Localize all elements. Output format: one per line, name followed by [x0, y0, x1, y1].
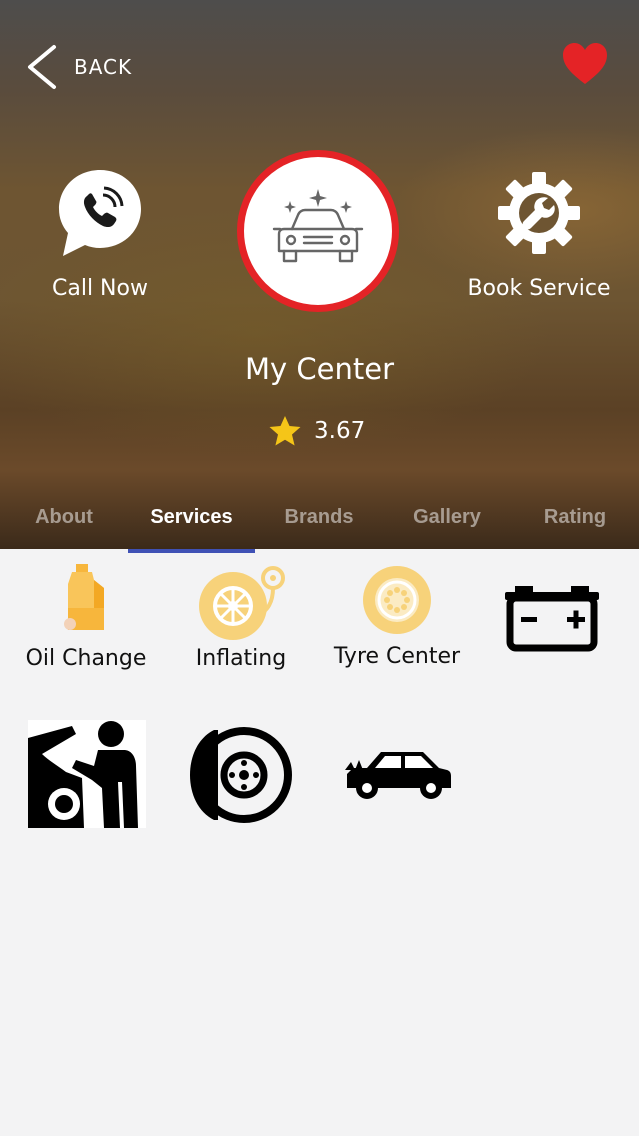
back-label: BACK	[74, 55, 133, 79]
service-brakes[interactable]	[188, 726, 294, 824]
center-logo	[237, 150, 399, 312]
book-service-button[interactable]: Book Service	[466, 170, 612, 301]
gear-wrench-icon	[498, 172, 580, 254]
rating-value: 3.67	[314, 418, 366, 444]
brake-disc-icon	[190, 727, 292, 823]
car-sparkle-icon	[272, 189, 364, 263]
service-label: Tyre Center	[333, 644, 461, 669]
tab-about[interactable]: About	[0, 496, 128, 544]
battery-icon	[505, 586, 599, 652]
tab-rating[interactable]: Rating	[511, 496, 639, 544]
oil-bottle-icon	[64, 564, 104, 630]
book-service-label: Book Service	[467, 276, 611, 301]
service-oil-change[interactable]: Oil Change	[20, 562, 152, 671]
chevron-left-icon	[28, 45, 56, 89]
service-inflating[interactable]: Inflating	[190, 564, 292, 671]
mechanic-icon	[28, 720, 146, 828]
rating: 3.67	[268, 414, 365, 448]
car-engine-icon	[345, 752, 451, 799]
service-battery[interactable]	[502, 584, 602, 654]
phone-chat-icon	[59, 170, 141, 256]
tyre-inflator-icon	[199, 566, 285, 640]
tab-indicator	[128, 549, 255, 553]
service-mechanic[interactable]	[28, 720, 146, 828]
service-label: Inflating	[195, 646, 287, 671]
favorite-button[interactable]	[562, 42, 608, 86]
service-tyre-center[interactable]: Tyre Center	[330, 564, 464, 669]
star-icon	[269, 416, 301, 446]
service-car-repair[interactable]	[342, 748, 454, 802]
call-now-button[interactable]: Call Now	[30, 168, 170, 301]
center-name: My Center	[244, 352, 394, 386]
heart-icon	[563, 43, 607, 84]
tab-bar: About Services Brands Gallery Rating	[0, 496, 639, 549]
call-now-label: Call Now	[52, 276, 148, 301]
tab-brands[interactable]: Brands	[255, 496, 383, 544]
tab-gallery[interactable]: Gallery	[383, 496, 511, 544]
service-label: Oil Change	[25, 646, 147, 671]
back-button[interactable]: BACK	[24, 44, 154, 90]
tyre-icon	[363, 566, 431, 634]
tab-services[interactable]: Services	[128, 496, 255, 544]
